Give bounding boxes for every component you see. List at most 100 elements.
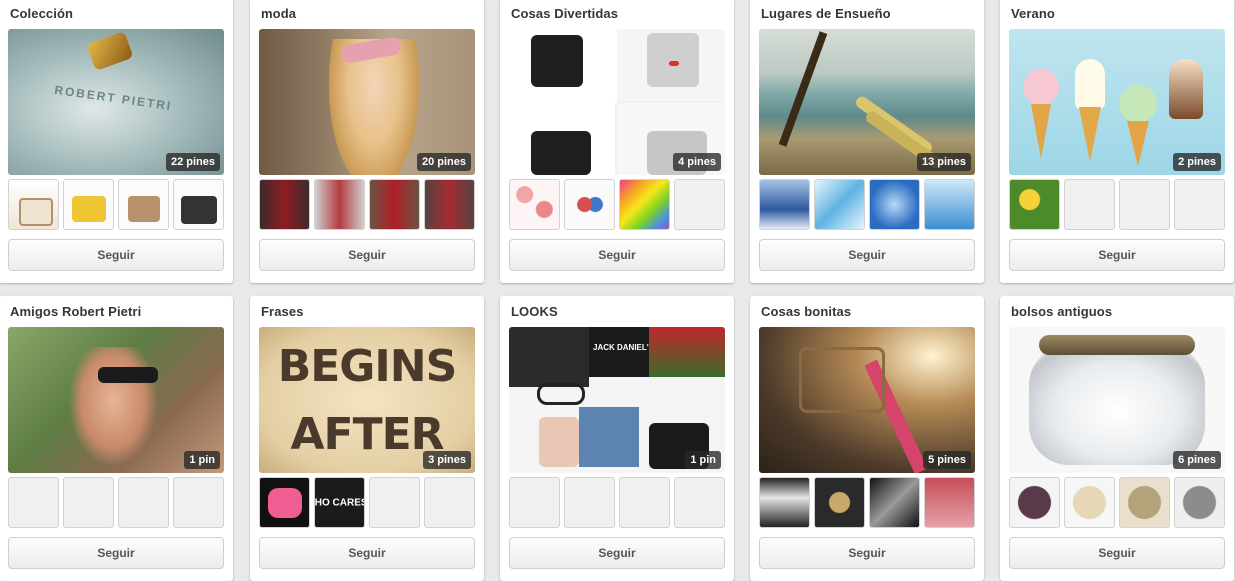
empty-thumb <box>424 477 475 528</box>
empty-thumb <box>63 477 114 528</box>
thumbnail-row <box>8 477 224 528</box>
handbag-white-thumb[interactable] <box>8 179 59 230</box>
red-gown-thumb[interactable] <box>369 179 420 230</box>
thumbnail-row <box>509 179 725 230</box>
follow-button[interactable]: Seguir <box>509 239 725 271</box>
board-title[interactable]: Frases <box>261 304 304 319</box>
board-cover[interactable]: JACK DANIEL'S 1 pin <box>509 327 725 473</box>
board-title[interactable]: bolsos antiguos <box>1011 304 1112 319</box>
board-title[interactable]: Lugares de Ensueño <box>761 6 891 21</box>
board-cover[interactable]: BEGINS AFTER 3 pines <box>259 327 475 473</box>
glacier-thumb[interactable] <box>759 179 810 230</box>
pin-count: 3 pines <box>423 451 471 469</box>
follow-button[interactable]: Seguir <box>8 537 224 569</box>
follow-button[interactable]: Seguir <box>259 537 475 569</box>
board-amigos-robert-pietri[interactable]: Amigos Robert Pietri 1 pin Seguir <box>0 296 233 581</box>
pink-heart-thumb[interactable] <box>259 477 310 528</box>
board-title[interactable]: LOOKS <box>511 304 558 319</box>
pin-count: 5 pines <box>923 451 971 469</box>
empty-thumb <box>369 477 420 528</box>
thumbnail-row <box>509 477 725 528</box>
follow-button[interactable]: Seguir <box>1009 239 1225 271</box>
grey-purse-thumb[interactable] <box>1174 477 1225 528</box>
board-cover[interactable]: 4 pines <box>509 29 725 175</box>
board-looks[interactable]: LOOKS JACK DANIEL'S 1 pin Seguir <box>500 296 734 581</box>
who-cares-thumb[interactable]: WHO CARES? <box>314 477 365 528</box>
blue-water-thumb[interactable] <box>924 179 975 230</box>
sunglasses-thumb[interactable] <box>564 179 615 230</box>
pin-count: 4 pines <box>673 153 721 171</box>
board-cover[interactable]: ROBERT PIETRI 22 pines <box>8 29 224 175</box>
colored-pencils-thumb[interactable] <box>619 179 670 230</box>
handbag-black-thumb[interactable] <box>173 179 224 230</box>
empty-thumb <box>173 477 224 528</box>
bw-photo-thumb[interactable] <box>869 477 920 528</box>
cover-text: JACK DANIEL'S <box>593 343 655 352</box>
board-coleccion[interactable]: Colección ROBERT PIETRI 22 pines Seguir <box>0 0 233 283</box>
red-outfit-thumb[interactable] <box>314 179 365 230</box>
follow-button[interactable]: Seguir <box>259 239 475 271</box>
blue-cave-thumb[interactable] <box>869 179 920 230</box>
follow-button[interactable]: Seguir <box>759 239 975 271</box>
board-title[interactable]: Amigos Robert Pietri <box>10 304 141 319</box>
empty-thumb <box>619 477 670 528</box>
board-cover[interactable]: 13 pines <box>759 29 975 175</box>
thumbnail-row <box>8 179 224 230</box>
handbag-tan-thumb[interactable] <box>118 179 169 230</box>
board-cover[interactable]: 1 pin <box>8 327 224 473</box>
board-moda[interactable]: moda 20 pines Seguir <box>250 0 484 283</box>
pin-count: 1 pin <box>184 451 220 469</box>
red-necklace-thumb[interactable] <box>924 477 975 528</box>
follow-button[interactable]: Seguir <box>759 537 975 569</box>
follow-button[interactable]: Seguir <box>8 239 224 271</box>
board-verano[interactable]: Verano 2 pines Seguir <box>1000 0 1234 283</box>
board-lugares-de-ensueno[interactable]: Lugares de Ensueño 13 pines Seguir <box>750 0 984 283</box>
board-title[interactable]: Cosas bonitas <box>761 304 851 319</box>
red-dress-thumb[interactable] <box>259 179 310 230</box>
flowers-thumb[interactable] <box>1009 179 1060 230</box>
follow-button[interactable]: Seguir <box>509 537 725 569</box>
ice-blue-thumb[interactable] <box>814 179 865 230</box>
pin-count: 6 pines <box>1173 451 1221 469</box>
thumbnail-row <box>759 179 975 230</box>
follow-button[interactable]: Seguir <box>1009 537 1225 569</box>
empty-thumb <box>674 179 725 230</box>
corset-thumb[interactable] <box>759 477 810 528</box>
board-title[interactable]: Colección <box>10 6 73 21</box>
empty-thumb <box>509 477 560 528</box>
bracelet-thumb[interactable] <box>814 477 865 528</box>
thumb-text: WHO CARES? <box>314 497 364 508</box>
handbag-yellow-thumb[interactable] <box>63 179 114 230</box>
thumbnail-row: WHO CARES? <box>259 477 475 528</box>
empty-thumb <box>8 477 59 528</box>
board-cover[interactable]: 20 pines <box>259 29 475 175</box>
board-cover[interactable]: 6 pines <box>1009 327 1225 473</box>
board-cover[interactable]: 2 pines <box>1009 29 1225 175</box>
gold-purse-thumb[interactable] <box>1119 477 1170 528</box>
empty-thumb <box>1174 179 1225 230</box>
thumbnail-row <box>259 179 475 230</box>
board-title[interactable]: Cosas Divertidas <box>511 6 618 21</box>
empty-thumb <box>1064 179 1115 230</box>
cover-text: BEGINS AFTER <box>277 341 458 460</box>
board-cosas-bonitas[interactable]: Cosas bonitas 5 pines Seguir <box>750 296 984 581</box>
thumbnail-row <box>1009 179 1225 230</box>
board-cover[interactable]: 5 pines <box>759 327 975 473</box>
pin-count: 22 pines <box>165 153 220 171</box>
board-frases[interactable]: Frases BEGINS AFTER 3 pines WHO CARES? S… <box>250 296 484 581</box>
red-look-thumb[interactable] <box>424 179 475 230</box>
board-title[interactable]: moda <box>261 6 296 21</box>
pin-count: 1 pin <box>685 451 721 469</box>
board-cosas-divertidas[interactable]: Cosas Divertidas 4 pines Seguir <box>500 0 734 283</box>
thumbnail-row <box>759 477 975 528</box>
board-bolsos-antiguos[interactable]: bolsos antiguos 6 pines Seguir <box>1000 296 1234 581</box>
empty-thumb <box>564 477 615 528</box>
empty-thumb <box>674 477 725 528</box>
beaded-purse-thumb[interactable] <box>1064 477 1115 528</box>
thumbnail-row <box>1009 477 1225 528</box>
pin-count: 13 pines <box>916 153 971 171</box>
bows-thumb[interactable] <box>509 179 560 230</box>
board-title[interactable]: Verano <box>1011 6 1055 21</box>
empty-thumb <box>118 477 169 528</box>
dark-purse-thumb[interactable] <box>1009 477 1060 528</box>
